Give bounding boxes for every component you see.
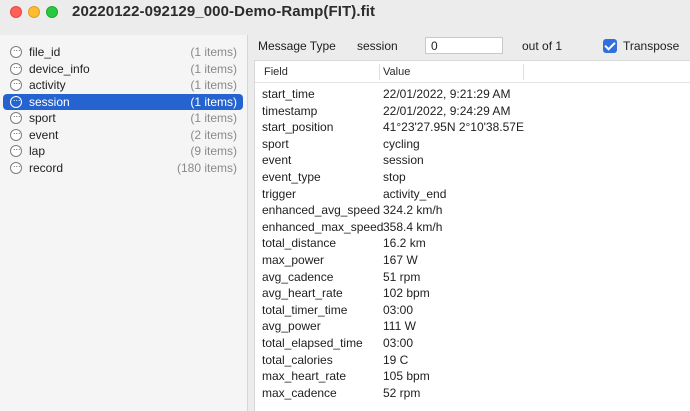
title-bar: 20220122-092129_000-Demo-Ramp(FIT).fit <box>0 0 690 28</box>
message-type-label: Message Type <box>258 39 336 53</box>
sidebar-item-count: (1 items) <box>190 45 237 59</box>
column-divider[interactable] <box>523 64 524 80</box>
column-header-value[interactable]: Value <box>383 66 410 78</box>
field-name-cell: max_power <box>262 253 325 267</box>
message-icon <box>10 142 22 157</box>
sidebar-item-lap[interactable]: lap (9 items) <box>3 142 243 159</box>
close-window-button[interactable] <box>10 6 22 18</box>
field-value-cell: 22/01/2022, 9:24:29 AM <box>383 103 511 118</box>
field-value-cell: 03:00 <box>383 336 414 350</box>
field-value-cell: 51 rpm <box>383 269 421 284</box>
sidebar-item-file-id[interactable]: file_id (1 items) <box>3 43 243 60</box>
field-name-cell: event_type <box>262 170 321 184</box>
field-name-cell: start_position <box>262 120 334 135</box>
field-value-cell: 52 rpm <box>383 385 421 400</box>
message-icon <box>10 109 22 124</box>
fields-table: Field Value start_time 22/01/2022, 9:21:2… <box>254 60 690 411</box>
sidebar-item-device-info[interactable]: device_info (1 items) <box>3 60 243 77</box>
sidebar-item-label: device_info <box>29 61 90 76</box>
sidebar-item-count: (1 items) <box>190 78 237 92</box>
field-value-cell: 102 bpm <box>383 286 430 301</box>
message-index-input[interactable] <box>425 37 503 54</box>
sidebar-item-count: (180 items) <box>176 160 237 175</box>
field-name-cell: avg_cadence <box>262 269 334 284</box>
zoom-window-button[interactable] <box>46 6 58 18</box>
field-name-cell: sport <box>262 136 289 151</box>
field-name-cell: avg_power <box>262 319 321 334</box>
message-icon <box>10 60 22 75</box>
field-value-cell: 16.2 km <box>383 236 426 251</box>
column-divider[interactable] <box>379 64 380 80</box>
sidebar-item-count: (1 items) <box>190 111 237 125</box>
field-name-cell: max_heart_rate <box>262 369 347 384</box>
sidebar-item-record[interactable]: record (180 items) <box>3 159 243 176</box>
field-name-cell: total_calories <box>262 352 333 367</box>
field-value-cell: 03:00 <box>383 302 414 317</box>
sidebar-item-label: record <box>29 160 64 175</box>
minimize-window-button[interactable] <box>28 6 40 18</box>
sidebar-item-label: sport <box>29 111 56 125</box>
field-value-cell: 19 C <box>383 352 409 367</box>
message-icon <box>10 76 22 91</box>
field-name-cell: avg_heart_rate <box>262 286 343 301</box>
transpose-label[interactable]: Transpose <box>623 39 679 53</box>
sidebar-item-count: (9 items) <box>190 144 237 158</box>
sidebar-item-label: file_id <box>29 45 61 59</box>
message-toolbar: Message Type session out of 1 Transpose <box>249 35 690 57</box>
field-value-cell: session <box>383 153 424 168</box>
sidebar-item-label: session <box>29 94 70 109</box>
field-value-cell: activity_end <box>383 186 447 201</box>
field-name-cell: max_cadence <box>262 385 337 400</box>
field-name-cell: timestamp <box>262 103 318 118</box>
field-value-cell: 105 bpm <box>383 369 430 384</box>
message-icon <box>10 159 22 174</box>
field-value-cell: 22/01/2022, 9:21:29 AM <box>383 87 511 101</box>
field-value-cell: cycling <box>383 136 420 151</box>
field-value-cell: 111 W <box>383 319 416 334</box>
field-value-cell: 41°23'27.95N 2°10'38.57E <box>383 120 524 135</box>
field-name-cell: trigger <box>262 186 297 201</box>
field-value-cell: 324.2 km/h <box>383 203 443 218</box>
message-list-sidebar: file_id(1 items)device_info(1 items)acti… <box>0 35 248 411</box>
sidebar-item-activity[interactable]: activity (1 items) <box>3 76 243 93</box>
message-icon <box>10 43 22 58</box>
out-of-label: out of 1 <box>522 39 563 53</box>
sidebar-item-label: activity <box>29 78 66 92</box>
field-value-cell: stop <box>383 170 406 184</box>
window-title: 20220122-092129_000-Demo-Ramp(FIT).fit <box>72 3 376 20</box>
sidebar-item-event[interactable]: event (2 items) <box>3 126 243 143</box>
sidebar-item-count: (1 items) <box>190 94 237 109</box>
sidebar-item-label: lap <box>29 144 46 158</box>
message-icon <box>10 93 22 108</box>
sidebar-item-count: (1 items) <box>190 61 237 76</box>
field-value-cell: 358.4 km/h <box>383 219 443 234</box>
sidebar-item-session[interactable]: session (1 items) <box>3 93 243 110</box>
field-name-cell: enhanced_avg_speed <box>262 203 381 218</box>
field-value-cell: 167 W <box>383 253 418 267</box>
sidebar-item-count: (2 items) <box>190 127 237 142</box>
field-name-cell: start_time <box>262 87 315 101</box>
sidebar-item-sport[interactable]: sport (1 items) <box>3 109 243 126</box>
transpose-checkbox[interactable] <box>603 39 617 53</box>
table-header-row: Field Value <box>255 61 690 83</box>
field-name-cell: enhanced_max_speed <box>262 219 384 234</box>
message-type-value: session <box>357 39 398 53</box>
field-name-cell: total_timer_time <box>262 302 348 317</box>
sidebar-item-label: event <box>29 127 59 142</box>
column-header-field[interactable]: Field <box>264 66 288 78</box>
message-icon <box>10 126 22 141</box>
field-name-cell: total_elapsed_time <box>262 336 363 350</box>
field-name-cell: total_distance <box>262 236 337 251</box>
field-name-cell: event <box>262 153 292 168</box>
